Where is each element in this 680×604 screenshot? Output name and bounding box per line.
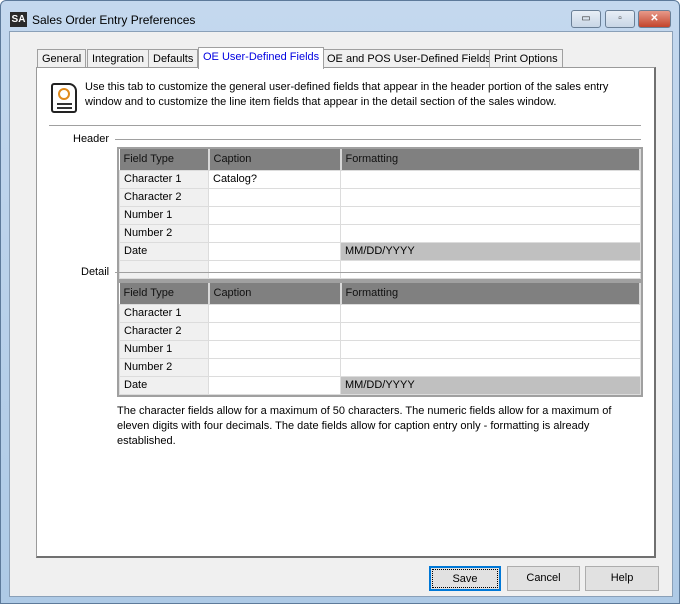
document-settings-icon (51, 83, 77, 113)
table-row: Number 2 (119, 223, 641, 243)
divider (115, 272, 641, 273)
field-type: Character 2 (119, 321, 209, 341)
field-type: Number 1 (119, 205, 209, 225)
detail-label: Detail (81, 266, 110, 278)
column-header: Field Type (119, 283, 210, 304)
tab-panel: Use this tab to customize the general us… (36, 67, 656, 558)
close-button[interactable]: ✕ (638, 10, 671, 28)
app-icon: SA (10, 12, 27, 27)
column-header: Formatting (340, 149, 641, 170)
tab-defaults[interactable]: Defaults (148, 49, 199, 68)
info-note: The character fields allow for a maximum… (117, 405, 612, 447)
field-type: Date (119, 241, 209, 261)
format-cell: MM/DD/YYYY (340, 241, 641, 261)
table-row: Character 2 (119, 321, 641, 341)
title-bar[interactable]: SA Sales Order Entry Preferences ▭ ▫ ✕ (1, 1, 679, 31)
format-cell[interactable] (340, 223, 641, 243)
table-row: Date MM/DD/YYYY (119, 241, 641, 261)
table-row: Character 1 Catalog? (119, 169, 641, 189)
divider (115, 139, 641, 140)
format-cell: MM/DD/YYYY (340, 375, 641, 395)
table-row: Character 1 (119, 303, 641, 323)
table-row: Date MM/DD/YYYY (119, 375, 641, 395)
header-fields-grid: Field Type Caption Formatting Character … (117, 147, 643, 281)
tab-oe-pos-user-defined-fields[interactable]: OE and POS User-Defined Fields (322, 49, 496, 68)
tab-oe-user-defined-fields[interactable]: OE User-Defined Fields (198, 47, 325, 69)
window-title: Sales Order Entry Preferences (32, 13, 196, 27)
caption-cell[interactable] (208, 187, 341, 207)
column-header: Field Type (119, 149, 210, 170)
caption-cell[interactable]: Catalog? (208, 169, 341, 189)
format-cell[interactable] (340, 339, 641, 359)
format-cell[interactable] (340, 187, 641, 207)
divider (49, 125, 641, 126)
header-label: Header (73, 133, 110, 145)
table-row: Character 2 (119, 187, 641, 207)
tab-general[interactable]: General (37, 49, 87, 68)
caption-cell[interactable] (208, 375, 341, 395)
detail-fields-grid: Field Type Caption Formatting Character … (117, 281, 643, 397)
client-area: General Integration Defaults OE User-Def… (9, 31, 673, 597)
field-type: Number 1 (119, 339, 209, 359)
format-cell[interactable] (340, 169, 641, 189)
caption-cell[interactable] (208, 357, 341, 377)
caption-cell[interactable] (208, 205, 341, 225)
field-type: Character 1 (119, 303, 209, 323)
caption-cell[interactable] (208, 241, 341, 261)
maximize-button[interactable]: ▫ (605, 10, 635, 28)
field-type: Character 1 (119, 169, 209, 189)
caption-cell[interactable] (208, 321, 341, 341)
format-cell[interactable] (340, 205, 641, 225)
intro-text: Use this tab to customize the general us… (85, 81, 609, 108)
field-type: Character 2 (119, 187, 209, 207)
help-button[interactable]: Help (585, 566, 659, 591)
tab-print-options[interactable]: Print Options (489, 49, 563, 68)
column-header: Caption (208, 149, 342, 170)
caption-cell[interactable] (208, 339, 341, 359)
field-type: Number 2 (119, 223, 209, 243)
column-header: Caption (208, 283, 342, 304)
column-header: Formatting (340, 283, 641, 304)
field-type: Date (119, 375, 209, 395)
table-row: Number 2 (119, 357, 641, 377)
cancel-button[interactable]: Cancel (507, 566, 580, 591)
table-row: Number 1 (119, 339, 641, 359)
caption-cell[interactable] (208, 223, 341, 243)
minimize-button[interactable]: ▭ (571, 10, 601, 28)
tab-integration[interactable]: Integration (87, 49, 149, 68)
format-cell[interactable] (340, 357, 641, 377)
field-type: Number 2 (119, 357, 209, 377)
format-cell[interactable] (340, 303, 641, 323)
caption-cell[interactable] (208, 303, 341, 323)
dialog-window: SA Sales Order Entry Preferences ▭ ▫ ✕ G… (0, 0, 680, 604)
table-row: Number 1 (119, 205, 641, 225)
format-cell[interactable] (340, 321, 641, 341)
save-button[interactable]: Save (429, 566, 501, 591)
